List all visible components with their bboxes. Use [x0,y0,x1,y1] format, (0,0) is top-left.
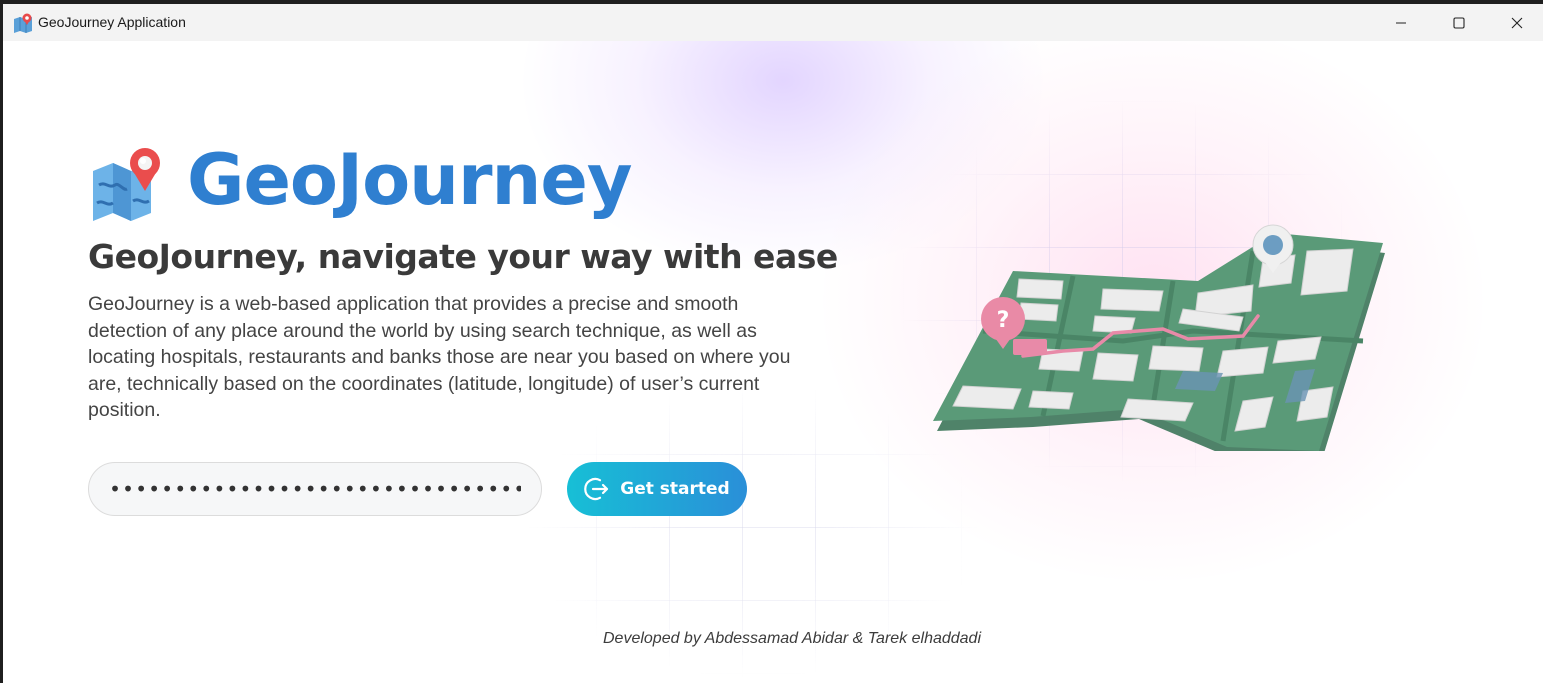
maximize-icon [1453,16,1465,29]
app-map-icon [14,13,32,33]
city-map-illustration: ? [933,224,1385,451]
minimize-icon [1396,22,1406,23]
map-pin-logo-icon [93,148,160,221]
get-started-button[interactable]: Get started [567,462,747,516]
window-title: GeoJourney Application [38,14,186,30]
svg-text:?: ? [997,308,1010,333]
main-content: GeoJourney GeoJourney, navigate your way… [3,41,1543,683]
description: GeoJourney is a web-based application th… [88,293,791,421]
get-started-label: Get started [620,479,730,499]
maximize-button[interactable] [1430,4,1488,41]
headline: GeoJourney, navigate your way with ease [88,237,838,276]
minimize-button[interactable] [1372,4,1430,41]
developer-credit: Developed by Abdessamad Abidar & Tarek e… [602,630,982,647]
title-bar: GeoJourney Application [3,4,1543,41]
close-icon [1511,17,1523,28]
login-arrow-icon [584,477,609,501]
close-button[interactable] [1488,4,1543,41]
app-window: GeoJourney Application GeoJourney GeoJou… [3,4,1543,683]
password-field[interactable] [88,462,542,516]
brand-title: GeoJourney [187,139,632,221]
